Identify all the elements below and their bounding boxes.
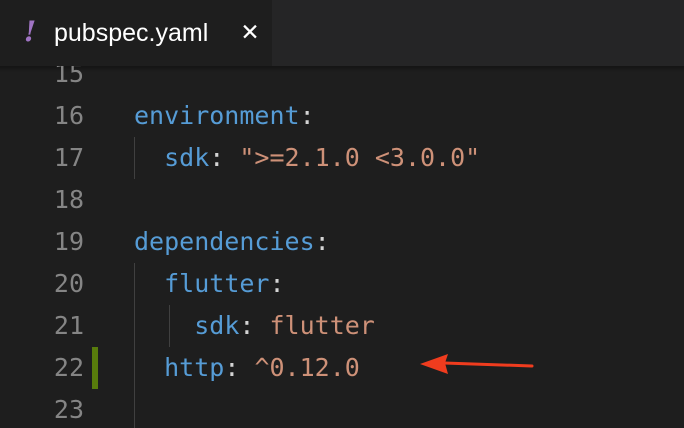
yaml-key: flutter <box>164 269 270 298</box>
yaml-key: dependencies <box>134 227 315 256</box>
close-icon[interactable]: ✕ <box>236 16 264 50</box>
line-number: 16 <box>53 101 84 130</box>
code-line: 22 http: ^0.12.0 <box>0 347 684 389</box>
code-text: http: ^0.12.0 <box>134 347 360 389</box>
yaml-separator: : <box>224 353 255 382</box>
code-line: 23 <box>0 389 684 428</box>
tab-bar: ! pubspec.yaml ✕ <box>0 0 684 66</box>
yaml-value: ">=2.1.0 <3.0.0" <box>239 143 481 172</box>
code-line: 16 environment: <box>0 95 684 137</box>
tab-pubspec-yaml[interactable]: ! pubspec.yaml ✕ <box>0 0 272 66</box>
red-arrow-icon <box>420 354 534 374</box>
yaml-separator: : <box>239 311 270 340</box>
line-number: 21 <box>53 311 84 340</box>
yaml-key: sdk <box>194 311 240 340</box>
yaml-separator: : <box>314 227 330 256</box>
editor-window: ! pubspec.yaml ✕ 15 16 environment: 17 s… <box>0 0 684 428</box>
code-line: 21 sdk: flutter <box>0 305 684 347</box>
code-editor[interactable]: 15 16 environment: 17 sdk: ">=2.1.0 <3.0… <box>0 66 684 428</box>
code-line: 17 sdk: ">=2.1.0 <3.0.0" <box>0 137 684 179</box>
yaml-separator: : <box>299 101 315 130</box>
yaml-key: http <box>164 353 225 382</box>
line-number: 22 <box>53 353 84 382</box>
code-line: 18 <box>0 179 684 221</box>
tab-title: pubspec.yaml <box>54 19 209 47</box>
line-number: 18 <box>53 185 84 214</box>
yaml-exclamation-icon: ! <box>23 15 37 48</box>
code-line: 19 dependencies: <box>0 221 684 263</box>
line-number: 20 <box>53 269 84 298</box>
yaml-key: environment <box>134 101 300 130</box>
line-number: 15 <box>53 66 84 88</box>
code-text: sdk: flutter <box>134 305 375 347</box>
code-text: dependencies: <box>134 221 330 263</box>
yaml-key: sdk <box>164 143 210 172</box>
yaml-separator: : <box>209 143 240 172</box>
line-number: 19 <box>53 227 84 256</box>
line-number: 17 <box>53 143 84 172</box>
code-text: sdk: ">=2.1.0 <3.0.0" <box>134 137 480 179</box>
code-line: 20 flutter: <box>0 263 684 305</box>
yaml-value: flutter <box>269 311 375 340</box>
code-text: flutter: <box>134 263 285 305</box>
line-number: 23 <box>53 395 84 424</box>
code-line: 15 <box>0 66 684 95</box>
code-text: environment: <box>134 95 315 137</box>
yaml-separator: : <box>269 269 285 298</box>
yaml-value: ^0.12.0 <box>254 353 360 382</box>
